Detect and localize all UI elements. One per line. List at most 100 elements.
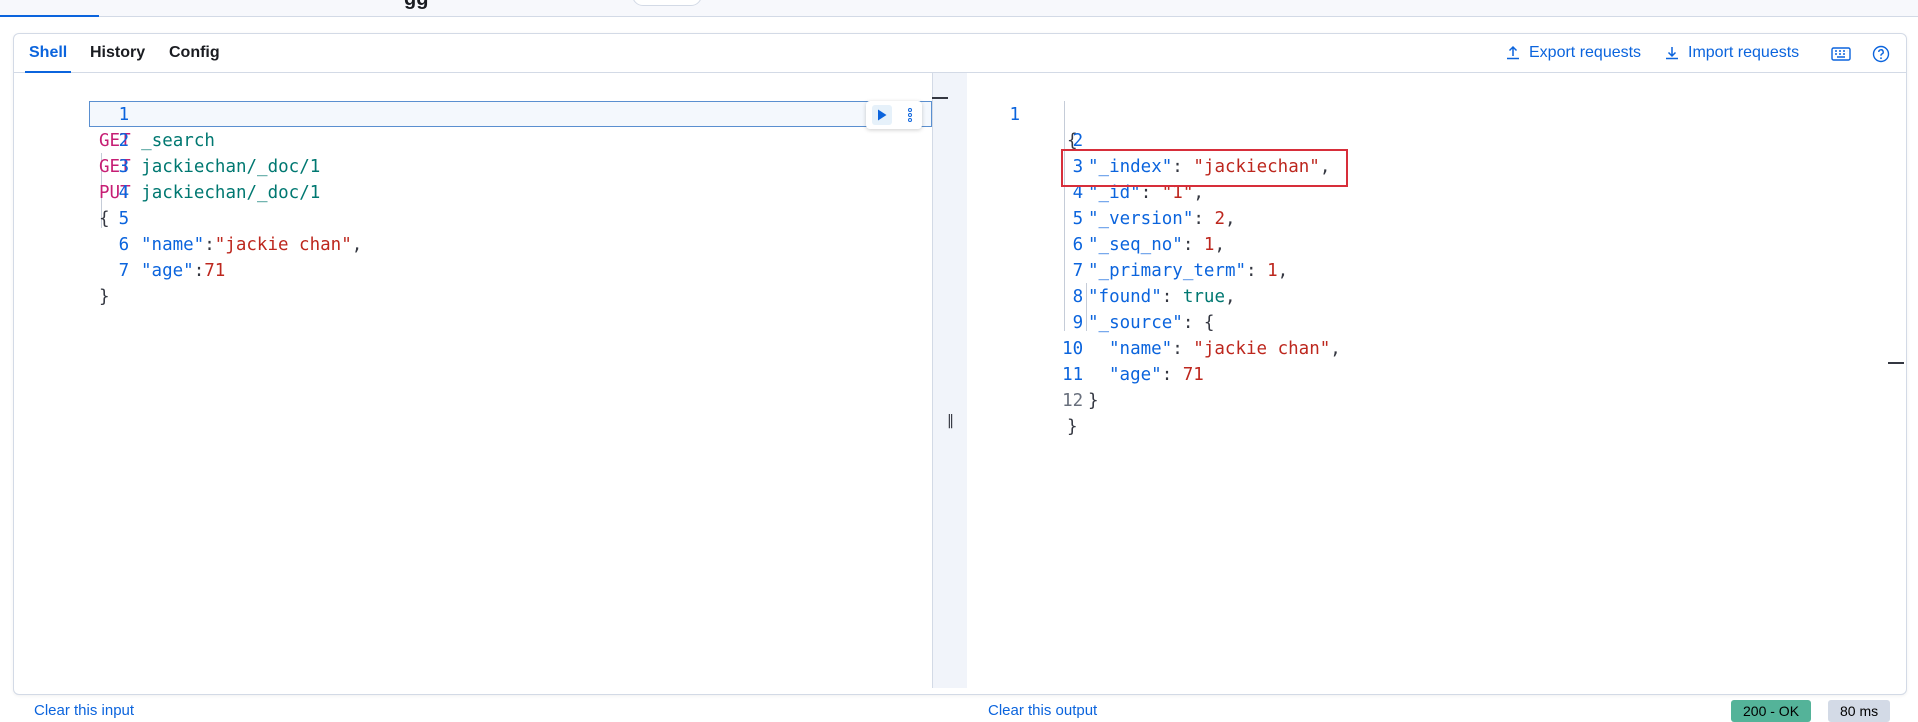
json-tail: , xyxy=(1224,209,1236,229)
code-line: 4 { xyxy=(14,154,129,229)
code-text: } xyxy=(1067,417,1078,437)
line-number: 12 xyxy=(1062,391,1084,411)
json-key: "age" xyxy=(1109,365,1162,385)
json-key: "found" xyxy=(1088,287,1162,307)
json-tail: , xyxy=(1277,261,1289,281)
tab-shell[interactable]: Shell xyxy=(24,34,72,73)
json-value: 1 xyxy=(1203,235,1215,255)
app-header-strip: gg xyxy=(0,0,1918,17)
json-value: { xyxy=(1203,313,1215,333)
selected-request-highlight xyxy=(89,101,932,127)
request-actions xyxy=(866,101,922,129)
clear-output-link[interactable]: Clear this output xyxy=(988,702,1097,719)
resize-handle-icon[interactable]: ‖ xyxy=(947,413,954,429)
scroll-position-marker xyxy=(932,97,948,99)
code-line: 3 "_id": "1", xyxy=(968,128,1204,203)
tab-config[interactable]: Config xyxy=(169,34,220,72)
code-line: 6 "age":71 xyxy=(14,206,226,281)
console-tabs-bar: Shell History Config Export requests Imp… xyxy=(14,34,1906,73)
line-number: 6 xyxy=(118,235,130,255)
json-sep: : xyxy=(193,261,205,281)
code-text: } xyxy=(1088,391,1099,411)
code-line: 1 GET _search xyxy=(14,76,215,151)
code-line: 5 "_seq_no": 1, xyxy=(968,180,1225,255)
code-line: 8 "_source": { xyxy=(968,258,1215,333)
import-requests-button[interactable]: Import requests xyxy=(1664,34,1799,72)
line-number: 9 xyxy=(1072,313,1084,333)
export-requests-label: Export requests xyxy=(1529,44,1642,61)
request-path: jackiechan/_doc/1 xyxy=(141,157,321,177)
json-value: "jackie chan" xyxy=(1193,339,1331,359)
code-line: 7 } xyxy=(14,232,129,307)
line-number: 3 xyxy=(118,157,130,177)
json-key: "age" xyxy=(141,261,194,281)
json-tail: , xyxy=(1225,287,1236,307)
line-number: 6 xyxy=(1072,235,1084,255)
download-icon xyxy=(1666,47,1678,60)
help-icon xyxy=(1872,45,1890,63)
code-line: 1 { xyxy=(968,76,1077,151)
input-editor[interactable]: 1 GET _search 2 GET jackiechan/_doc/1 3 … xyxy=(14,73,933,688)
code-line: 5 "name":"jackie chan", xyxy=(14,180,363,255)
header-title-cropped: gg xyxy=(404,0,428,11)
code-line: 12 } xyxy=(968,362,1083,437)
active-nav-underline xyxy=(0,15,99,17)
json-key: "_primary_term" xyxy=(1088,261,1247,281)
line-number: 11 xyxy=(1062,365,1084,385)
code-line: 4 "_version": 2, xyxy=(968,154,1236,229)
code-line: 9 "name": "jackie chan", xyxy=(968,284,1341,359)
line-number: 8 xyxy=(1072,287,1084,307)
tab-history[interactable]: History xyxy=(90,34,145,72)
line-number: 7 xyxy=(1072,261,1084,281)
json-value: 1 xyxy=(1267,261,1278,281)
json-value: true xyxy=(1182,287,1225,307)
line-number: 5 xyxy=(118,209,130,229)
line-number: 7 xyxy=(118,261,130,281)
code-line: 2 "_index": "jackiechan", xyxy=(968,102,1331,177)
line-number: 5 xyxy=(1072,209,1084,229)
request-options-button[interactable] xyxy=(904,105,916,125)
response-time-badge: 80 ms xyxy=(1828,700,1891,722)
json-sep: : xyxy=(204,235,215,255)
send-request-button[interactable] xyxy=(872,105,892,125)
request-path: _search xyxy=(141,131,215,151)
json-tail: , xyxy=(1330,339,1341,359)
code-line: 10 "age": 71 xyxy=(968,310,1204,385)
code-text: } xyxy=(99,287,110,307)
json-key: "_source" xyxy=(1088,313,1183,333)
json-tail: , xyxy=(1214,235,1225,255)
header-pill-cropped[interactable] xyxy=(632,0,702,6)
line-number: 10 xyxy=(1062,339,1084,359)
scroll-position-marker xyxy=(1888,362,1904,364)
import-requests-label: Import requests xyxy=(1688,44,1800,61)
panel-resizer[interactable]: ‖ xyxy=(933,73,967,688)
annotation-highlight-box xyxy=(1061,149,1348,187)
keyboard-icon xyxy=(1831,47,1851,61)
code-line: 6 "_primary_term": 1, xyxy=(968,206,1289,281)
request-path: jackiechan/_doc/1 xyxy=(141,183,321,203)
json-key: "_version" xyxy=(1088,209,1194,229)
console-panel: Shell History Config Export requests Imp… xyxy=(13,33,1907,722)
json-key: "name" xyxy=(1109,339,1173,359)
clear-input-link[interactable]: Clear this input xyxy=(34,702,134,719)
json-key: "name" xyxy=(141,235,205,255)
status-badge: 200 - OK xyxy=(1731,700,1812,722)
json-value: "jackie chan" xyxy=(214,235,352,255)
json-value: 2 xyxy=(1214,209,1225,229)
help-button[interactable] xyxy=(1870,43,1892,65)
code-line: 7 "found": true, xyxy=(968,232,1236,307)
upload-icon xyxy=(1507,45,1519,60)
indent-guide xyxy=(1086,283,1087,331)
more-vertical-icon xyxy=(908,108,912,122)
line-number: 1 xyxy=(118,105,130,125)
json-value: 71 xyxy=(204,261,226,281)
json-tail: , xyxy=(351,235,363,255)
line-number: 4 xyxy=(118,183,130,203)
code-line: 2 GET jackiechan/_doc/1 xyxy=(14,102,320,177)
json-value: 71 xyxy=(1182,365,1204,385)
code-line: 11 } xyxy=(968,336,1098,411)
code-line: 3 PUT jackiechan/_doc/1 xyxy=(14,128,320,203)
play-icon xyxy=(878,109,887,121)
export-requests-button[interactable]: Export requests xyxy=(1505,34,1641,72)
keyboard-shortcuts-button[interactable] xyxy=(1830,43,1852,65)
